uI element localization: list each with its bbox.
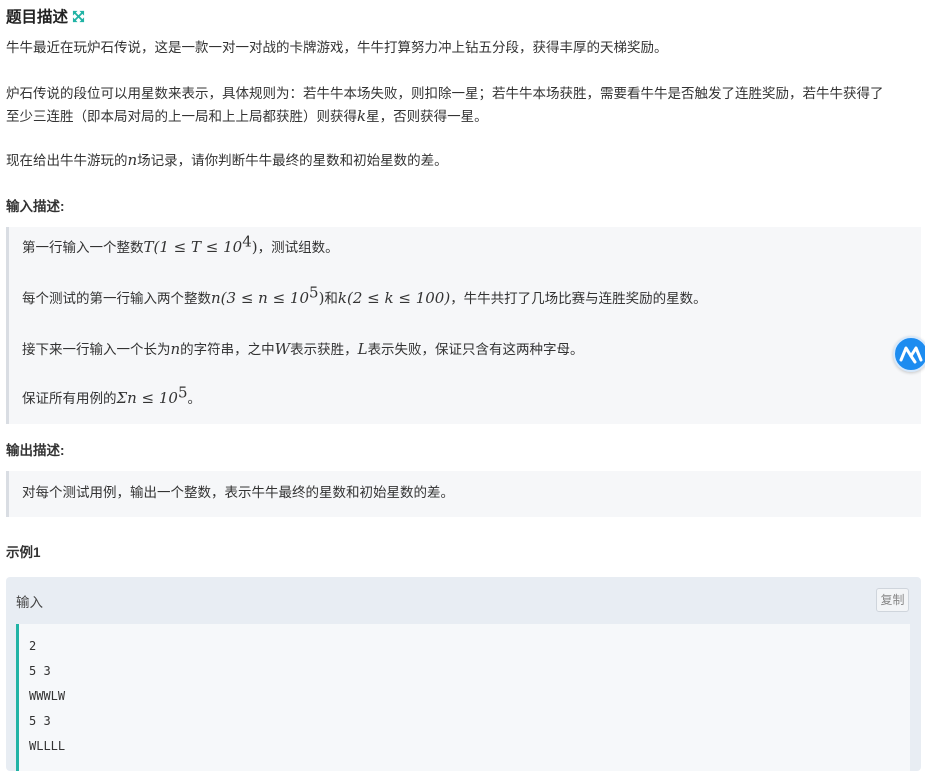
example-heading: 示例1 — [6, 545, 41, 560]
input-line-1: 第一行输入一个整数T(1 ≤ T ≤ 104)，测试组数。 — [22, 232, 339, 256]
code-line: WLLLL — [29, 739, 66, 753]
input-line-2: 每个测试的第一行输入两个整数n(3 ≤ n ≤ 105)和k(2 ≤ k ≤ 1… — [22, 283, 707, 307]
description-paragraph-3: 现在给出牛牛游玩的n场记录，请你判断牛牛最终的星数和初始星数的差。 — [6, 151, 448, 169]
assistant-logo-icon — [899, 346, 923, 364]
page-title-text: 题目描述 — [6, 9, 69, 26]
code-line: 5 3 — [29, 714, 51, 728]
description-p2-line1: 炉石传说的段位可以用星数来表示，具体规则为：若牛牛本场失败，则扣除一星；若牛牛本… — [6, 86, 884, 101]
example-input-code[interactable]: 2 5 3 WWWLW 5 3 WLLLL — [16, 624, 910, 771]
input-line-4: 保证所有用例的Σn ≤ 105。 — [22, 383, 202, 407]
code-line: 5 3 — [29, 664, 51, 678]
code-line: WWWLW — [29, 689, 66, 703]
output-description-heading: 输出描述: — [6, 443, 65, 458]
description-p2-line2: 至少三连胜（即本局对局的上一局和上上局都获胜）则获得k星，否则获得一星。 — [6, 107, 488, 125]
copy-button[interactable]: 复制 — [876, 588, 909, 612]
math-n: n — [127, 151, 138, 169]
output-line: 对每个测试用例，输出一个整数，表示牛牛最终的星数和初始星数的差。 — [22, 485, 454, 500]
description-paragraph-2: 炉石传说的段位可以用星数来表示，具体规则为：若牛牛本场失败，则扣除一星；若牛牛本… — [6, 83, 921, 128]
input-line-3: 接下来一行输入一个长为n的字符串，之中W表示获胜，L表示失败，保证只含有这两种字… — [22, 340, 584, 358]
description-paragraph-1: 牛牛最近在玩炉石传说，这是一款一对一对战的卡牌游戏，牛牛打算努力冲上钻五分段，获… — [6, 40, 668, 55]
assistant-float-button[interactable] — [893, 336, 925, 372]
example-input-panel: 输入 复制 2 5 3 WWWLW 5 3 WLLLL — [6, 577, 921, 771]
code-line: 2 — [29, 639, 37, 653]
math-k: k — [357, 107, 367, 125]
input-description-block: 第一行输入一个整数T(1 ≤ T ≤ 104)，测试组数。 每个测试的第一行输入… — [6, 227, 921, 424]
expand-arrows-icon[interactable] — [72, 10, 85, 23]
output-description-block: 对每个测试用例，输出一个整数，表示牛牛最终的星数和初始星数的差。 — [6, 471, 921, 517]
input-description-heading: 输入描述: — [6, 199, 65, 214]
page-title: 题目描述 — [6, 5, 85, 27]
example-input-label: 输入 — [16, 595, 43, 610]
